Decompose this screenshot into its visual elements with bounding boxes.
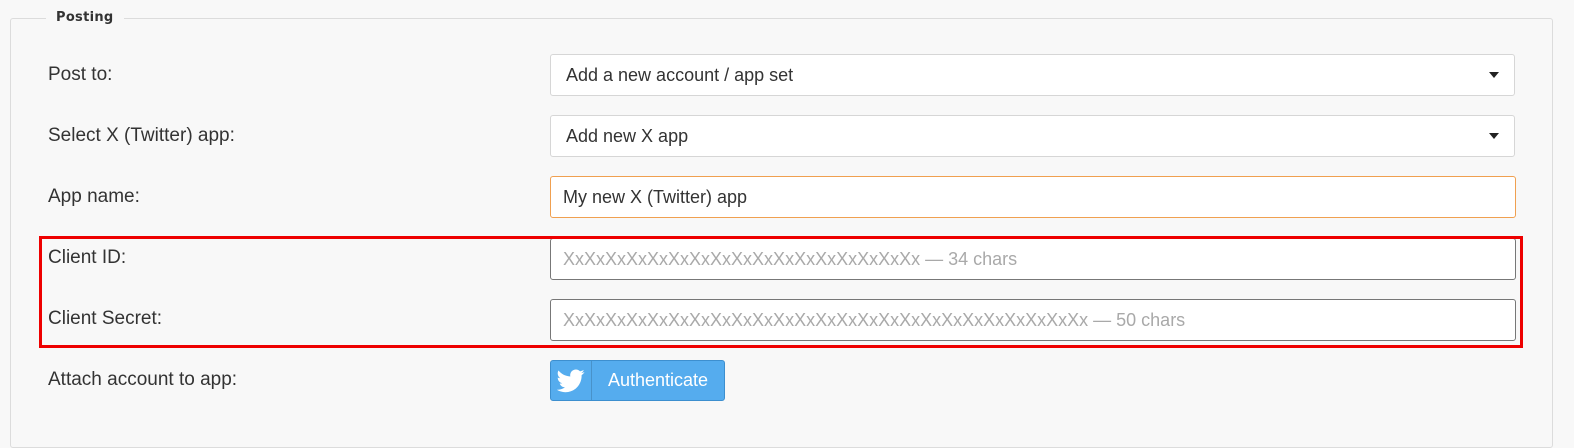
client-secret-input[interactable] (550, 299, 1516, 341)
chevron-down-icon (1489, 72, 1499, 78)
select-app-selected-value: Add new X app (566, 125, 689, 146)
authenticate-button[interactable]: Authenticate (550, 360, 725, 401)
chevron-down-icon (1489, 133, 1499, 139)
app-name-input[interactable] (550, 176, 1516, 218)
attach-account-label: Attach account to app: (48, 369, 238, 390)
posting-legend: Posting (46, 9, 124, 27)
twitter-bird-icon (551, 361, 592, 400)
app-name-label: App name: (48, 186, 140, 207)
post-to-label: Post to: (48, 64, 113, 85)
select-app-label: Select X (Twitter) app: (48, 125, 235, 146)
select-app-select[interactable]: Add new X app (550, 115, 1515, 157)
client-secret-label: Client Secret: (48, 308, 163, 329)
post-to-select[interactable]: Add a new account / app set (550, 54, 1515, 96)
client-id-label: Client ID: (48, 247, 127, 268)
authenticate-button-label: Authenticate (607, 370, 709, 390)
post-to-selected-value: Add a new account / app set (566, 64, 794, 85)
client-id-input[interactable] (550, 238, 1516, 280)
